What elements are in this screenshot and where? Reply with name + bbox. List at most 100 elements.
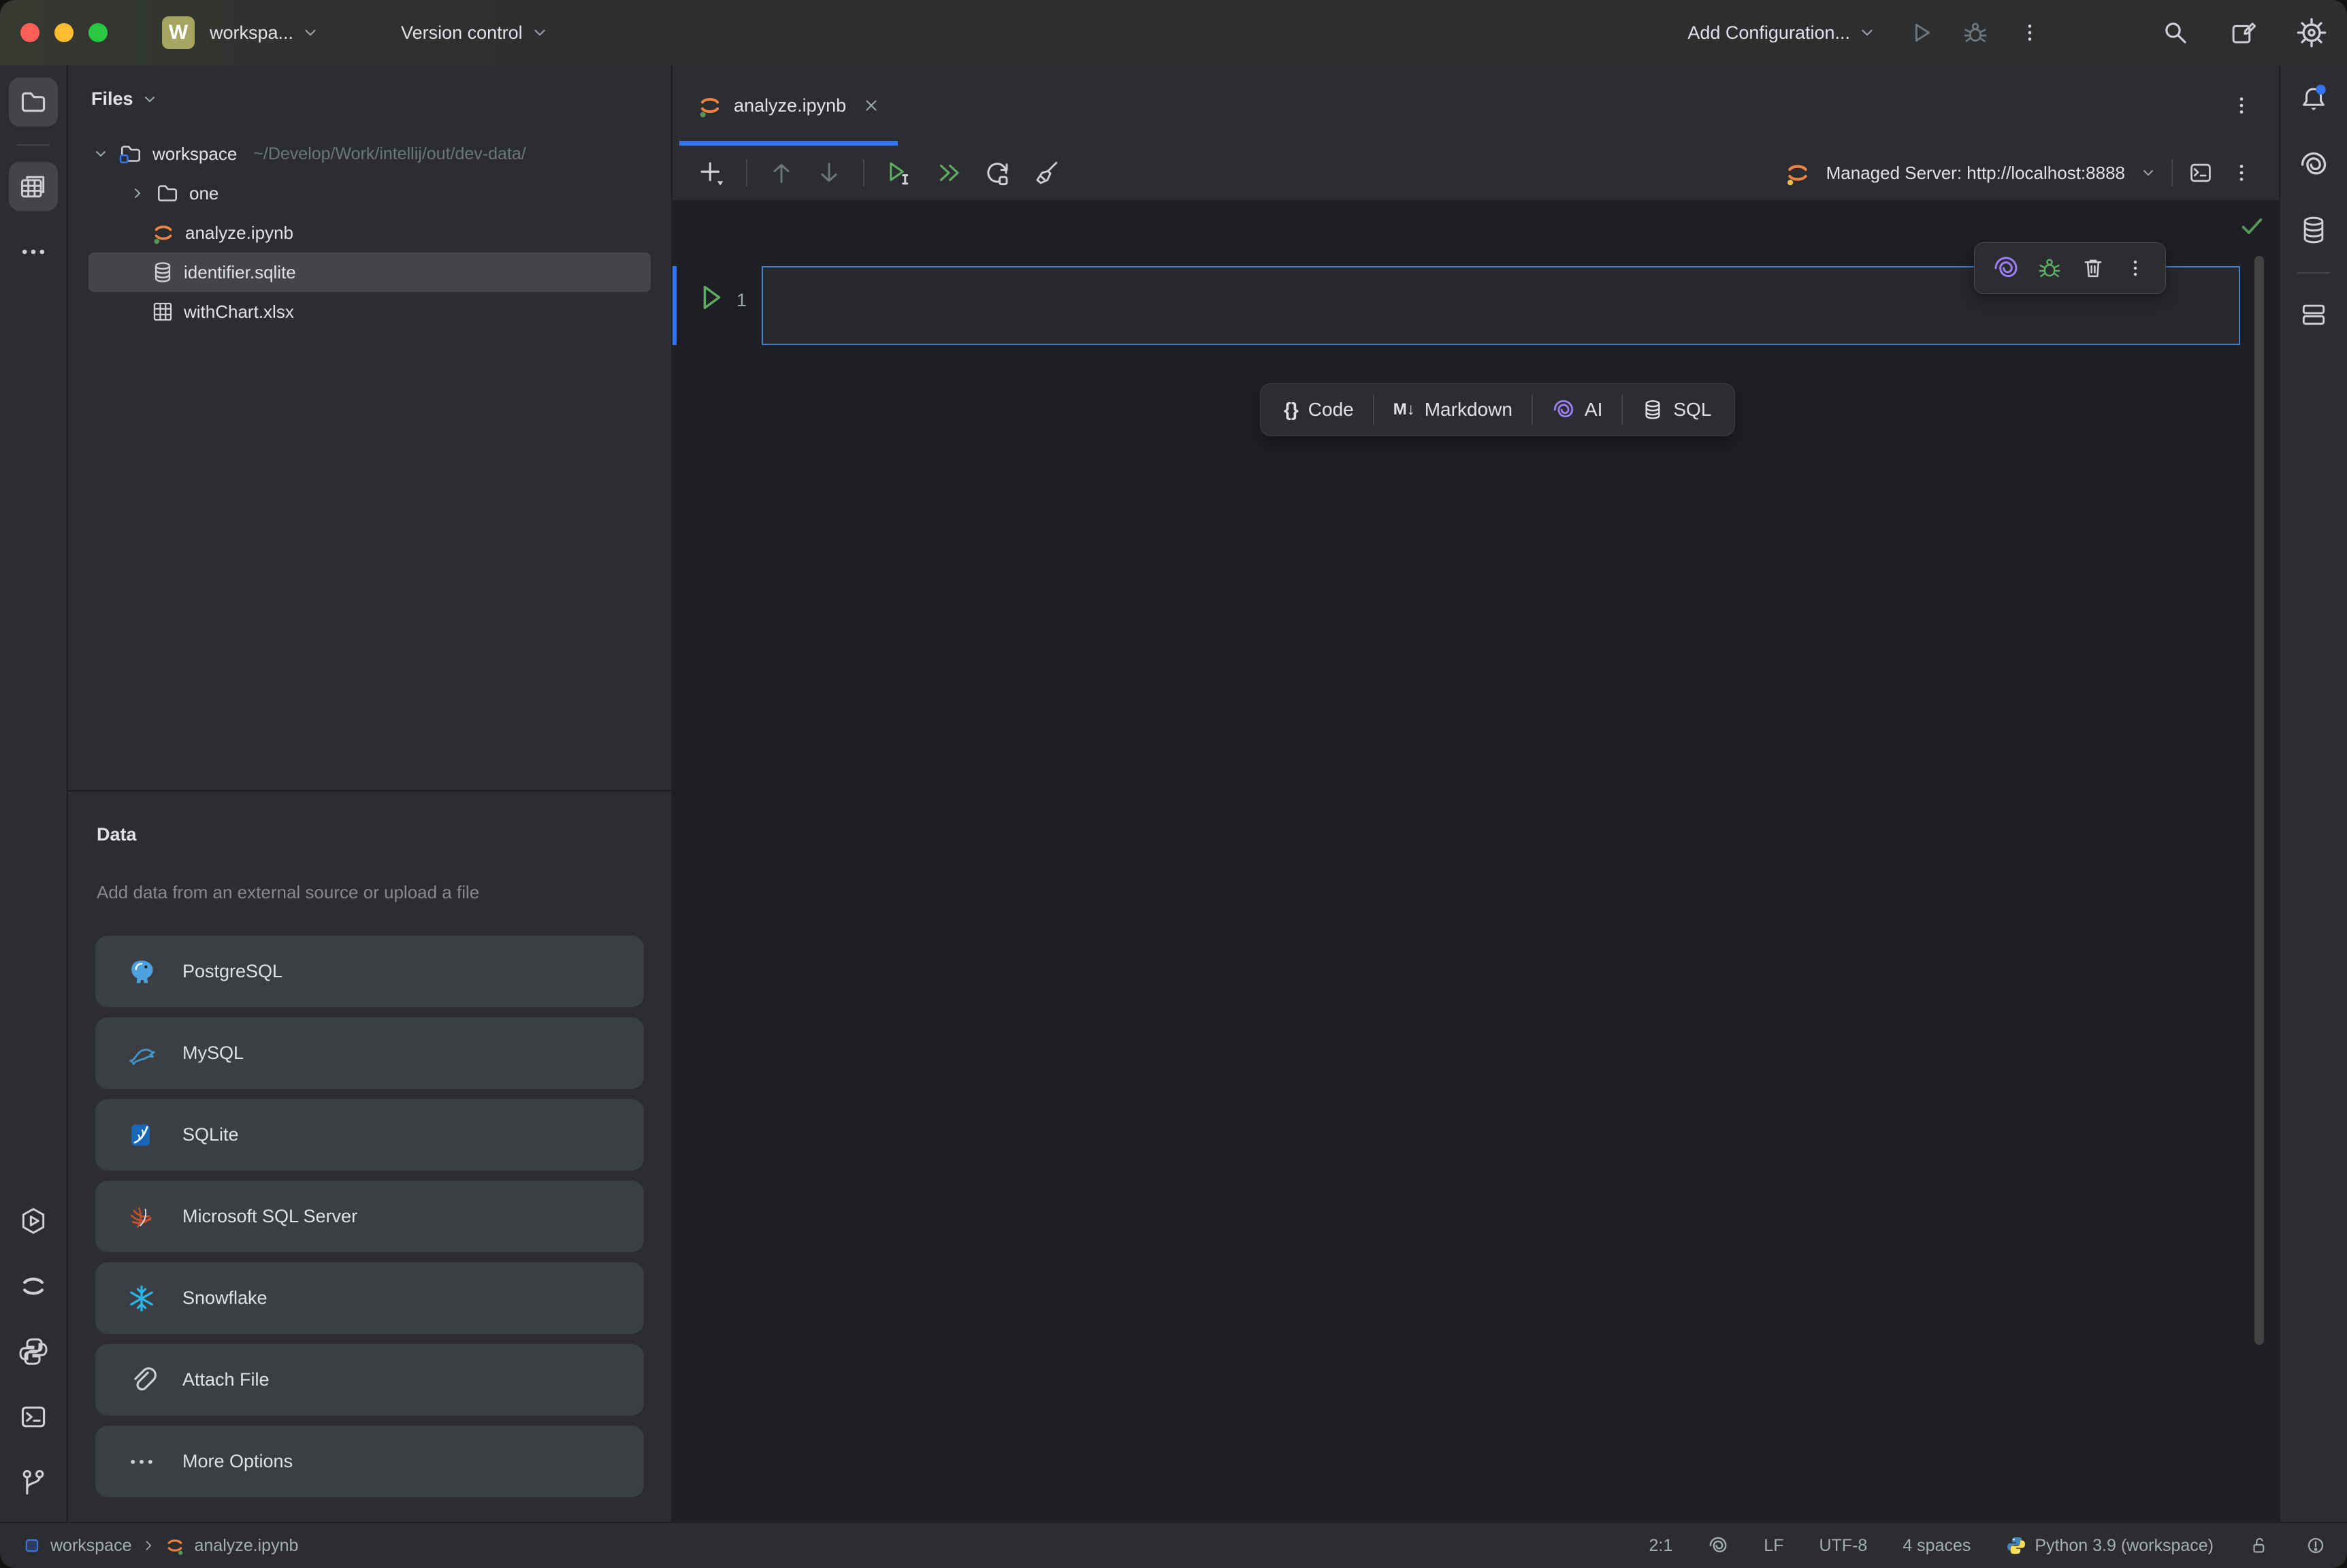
close-icon[interactable] [862,97,880,114]
add-sql-cell-button[interactable]: SQL [1623,384,1730,436]
delete-cell-icon[interactable] [2080,255,2106,281]
files-panel-header[interactable]: Files [68,65,671,127]
unlocked-icon[interactable] [2249,1535,2269,1556]
project-folder-icon [118,142,143,166]
tree-row-identifier-sqlite[interactable]: identifier.sqlite [88,252,651,292]
sidebar-item-terminal[interactable] [9,1392,58,1441]
data-source-attach-file[interactable]: Attach File [95,1344,644,1416]
share-edit-button[interactable] [2229,18,2259,48]
chevron-right-icon [142,1539,155,1552]
sidebar-item-editor-layout[interactable] [2289,290,2338,339]
data-source-more-options[interactable]: More Options [95,1426,644,1497]
data-panel-title: Data [68,824,671,845]
add-code-cell-button[interactable]: {} Code [1265,384,1373,436]
rows-layout-icon [2299,299,2329,329]
debug-button[interactable] [1960,18,1990,48]
more-actions-button[interactable] [2015,18,2045,48]
tree-row-one[interactable]: one [88,174,651,213]
indent-setting[interactable]: 4 spaces [1903,1536,1971,1556]
sidebar-item-database[interactable] [2289,206,2338,255]
jupyter-console-button[interactable] [2188,160,2214,186]
chevron-down-icon [531,24,549,42]
caret-position[interactable]: 2:1 [1649,1536,1673,1556]
sidebar-item-files[interactable] [9,78,58,127]
chevron-down-icon[interactable] [2140,165,2156,181]
run-cell-button[interactable] [885,159,913,187]
sidebar-item-python-packages[interactable] [9,1327,58,1376]
titlebar: W workspa... Version control Add Configu… [0,0,2347,65]
add-ai-cell-button[interactable]: AI [1533,384,1621,436]
tree-row-workspace[interactable]: workspace ~/Develop/Work/intellij/out/de… [88,134,651,174]
sidebar-item-git[interactable] [9,1458,58,1507]
add-cell-button[interactable] [697,159,726,187]
cell-type-label: Code [1308,399,1354,421]
data-source-label: More Options [182,1451,293,1472]
cell-options-kebab-icon[interactable] [2123,256,2148,280]
sidebar-item-ai-assistant[interactable] [2289,140,2338,189]
chevron-down-icon[interactable] [93,146,109,162]
chevron-right-icon[interactable] [129,185,146,201]
managed-server-selector[interactable]: Managed Server: http://localhost:8888 [1826,163,2125,184]
tree-row-analyze-ipynb[interactable]: analyze.ipynb [88,213,651,252]
tree-row-withchart-xlsx[interactable]: withChart.xlsx [88,292,651,331]
data-source-sqlite[interactable]: SQLite [95,1099,644,1171]
more-dots-icon [18,237,48,267]
run-configuration-selector[interactable]: Add Configuration... [1687,22,1876,44]
run-cell-gutter-button[interactable] [696,282,727,313]
file-encoding[interactable]: UTF-8 [1819,1536,1867,1556]
data-source-mysql[interactable]: MySQL [95,1017,644,1089]
restart-kernel-button[interactable] [983,159,1011,187]
sqlite-icon [127,1120,157,1150]
run-button[interactable] [1906,18,1936,48]
cell-toolbar [1974,242,2166,294]
sidebar-item-services[interactable] [9,1196,58,1245]
right-tool-strip [2279,65,2347,1522]
sidebar-item-jupyter[interactable] [9,1262,58,1311]
more-dots-icon [127,1447,157,1477]
jupyter-icon [18,1271,48,1301]
ai-status-icon[interactable] [1708,1535,1728,1556]
version-control-menu[interactable]: Version control [401,22,549,44]
ai-cell-action-icon[interactable] [1992,255,2020,282]
data-source-postgresql[interactable]: PostgreSQL [95,936,644,1007]
move-cell-up-button[interactable] [768,159,795,186]
editor-area: analyze.ipynb Managed Server: http [673,65,2279,1522]
sidebar-item-notifications[interactable] [2289,75,2338,124]
alert-circle-icon[interactable] [2305,1535,2327,1556]
terminal-icon [18,1402,48,1432]
minimize-window-button[interactable] [54,23,74,42]
data-source-mssql[interactable]: Microsoft SQL Server [95,1181,644,1252]
settings-button[interactable] [2297,18,2327,48]
notebook-scrollbar[interactable] [2254,256,2264,1345]
line-separator[interactable]: LF [1764,1536,1783,1556]
data-source-snowflake[interactable]: Snowflake [95,1262,644,1334]
jupyter-notebook-icon [151,220,176,245]
debug-cell-icon[interactable] [2037,255,2062,281]
editor-tabbar: analyze.ipynb [673,65,2279,146]
traffic-lights [20,23,108,42]
clear-outputs-button[interactable] [1032,159,1061,187]
breadcrumb-item[interactable]: analyze.ipynb [195,1536,299,1556]
spreadsheet-icon [151,300,174,323]
tab-analyze-ipynb[interactable]: analyze.ipynb [679,65,898,146]
kebab-icon [2017,20,2043,46]
run-all-cells-button[interactable] [934,159,962,187]
python-interpreter[interactable]: Python 3.9 (workspace) [2006,1535,2214,1556]
breadcrumb-item[interactable]: workspace [50,1536,132,1556]
zoom-window-button[interactable] [88,23,108,42]
close-window-button[interactable] [20,23,39,42]
bell-icon [2298,84,2329,115]
search-everywhere-button[interactable] [2160,18,2190,48]
notebook-body[interactable]: 1 {} Code M↓ Markdown [673,201,2279,1522]
sidebar-item-more-tools[interactable] [9,227,58,276]
tab-options-kebab-icon[interactable] [2229,93,2254,118]
play-icon [1907,19,1935,46]
jupyter-server-icon [1784,159,1811,186]
statusbar: workspace analyze.ipynb 2:1 LF UTF-8 4 s… [0,1522,2347,1568]
move-cell-down-button[interactable] [815,159,843,186]
notebook-options-kebab-icon[interactable] [2229,160,2254,186]
paperclip-icon [127,1365,157,1395]
project-selector[interactable]: workspa... [210,22,319,44]
add-markdown-cell-button[interactable]: M↓ Markdown [1374,384,1532,436]
sidebar-item-data-tables[interactable] [9,162,58,211]
